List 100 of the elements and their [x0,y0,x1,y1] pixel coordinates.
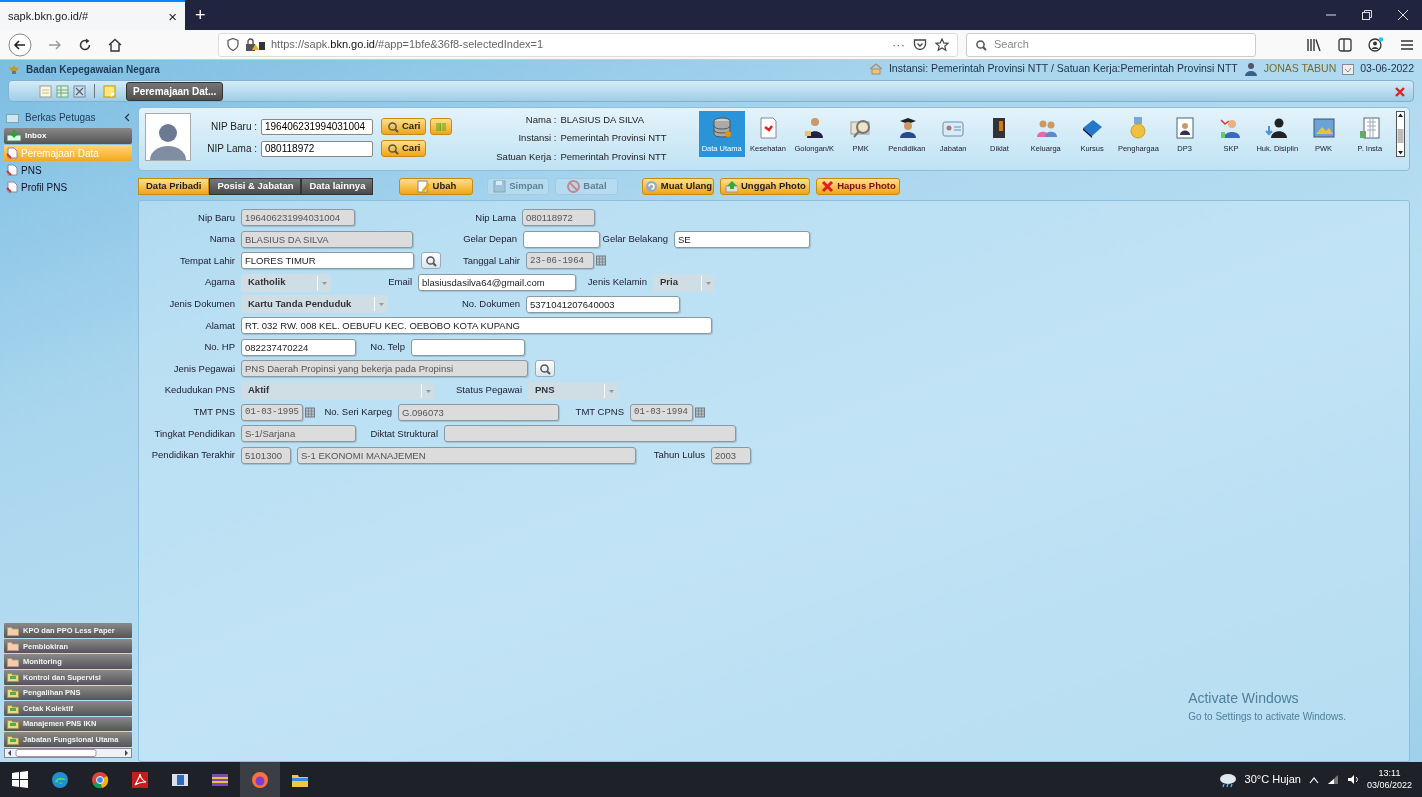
tab[interactable]: Data Pribadi [138,178,210,195]
collapse-icon[interactable] [124,113,130,122]
calendar-icon[interactable] [596,255,606,267]
library-icon[interactable] [1306,37,1322,52]
field-label: No. HP [204,340,235,355]
tab[interactable]: Data lainnya [301,178,374,195]
field-label: No. Dokumen [461,297,520,312]
text-field[interactable] [523,230,600,248]
weather-icon [1218,771,1237,788]
field-label: Jenis Dokumen [169,297,235,312]
search-button[interactable]: Cari [381,140,427,157]
calendar-icon[interactable] [695,406,705,418]
folder-icon [7,719,19,730]
action-button[interactable]: Unggah Photo [720,178,811,195]
search-input[interactable]: Search [992,35,1232,54]
reload-icon [644,180,658,193]
text-field[interactable]: FLORES TIMUR [241,252,414,270]
vertical-scrollbar[interactable] [1396,111,1405,157]
sidebar-item[interactable]: Profil PNS [4,179,132,195]
text-field[interactable]: 5371041207640003 [526,295,680,313]
picture-icon [1311,116,1336,140]
sidebar-icon[interactable] [1338,37,1352,52]
text-field[interactable]: blasiusdasilva64@gmail.com [418,274,576,292]
folder-icon [7,656,19,667]
menu-icon[interactable] [1400,37,1414,52]
field-label: Tingkat Pendidikan [154,426,235,441]
info-value: Pemerintah Provinsi NTT [560,149,667,164]
search-button[interactable] [421,252,441,270]
nip-field[interactable]: 080118972 [261,140,373,157]
folder-icon [7,687,19,698]
field-label: TMT CPNS [575,405,624,419]
field-label: Alamat [205,318,235,333]
action-button[interactable]: Muat Ulang [642,178,715,195]
save-icon [493,180,507,193]
new-tab-button[interactable]: + [195,6,206,24]
unit-text: Instansi: Pemerintah Provinsi NTT / Satuan Kerja:Pemerintah Provinsi NTT [888,61,1238,77]
field-label: Agama [204,275,235,290]
start-icon [11,770,29,789]
tab[interactable]: Posisi & Jabatan [209,178,302,195]
field-label: Nama [209,232,235,247]
more-button[interactable]: ··· [892,34,905,55]
user-name: JONAS TABUN [1263,61,1337,77]
nip-field[interactable]: 196406231994031004 [261,118,373,135]
home-icon[interactable] [108,37,122,52]
field-label: Nip Lama [475,210,516,225]
text-field[interactable]: SE [674,230,810,248]
address-bar[interactable]: https://sapk.bkn.go.id/#app=1bfe&36f8-selectedIndex=1 ··· [218,32,958,57]
close-tab-button[interactable]: × [168,8,177,24]
open-tab[interactable]: Peremajaan Dat... [126,81,224,101]
edit-icon [416,180,430,193]
person-icon [1265,116,1290,140]
field-label: Tanggal Lahir [462,253,520,268]
text-field[interactable] [411,338,525,356]
folder-icon [7,672,19,683]
action-button[interactable]: Hapus Photo [816,178,901,195]
document-icon [6,181,18,193]
browser-tab[interactable]: sapk.bkn.go.id/# × [0,0,185,30]
activation-title: Activate Windows [1188,689,1300,708]
search-icon [425,255,437,267]
user-icon [1243,62,1258,76]
chevron-up-icon[interactable] [1308,775,1319,784]
text-field[interactable]: RT. 032 RW. 008 KEL. OEBUFU KEC. OEBOBO KOTA KUPANG [241,317,712,335]
network-icon[interactable] [1326,774,1339,785]
weather-text: 30°C Hujan [1244,772,1301,788]
search-icon [387,142,399,155]
star-icon[interactable] [935,37,949,52]
tab-title: sapk.bkn.go.id/# [8,8,89,24]
url-text: https://sapk.bkn.go.id/#app=1bfe&36f8-selectedIndex=1 [271,37,544,53]
document-icon [6,164,18,176]
emblem-icon [8,63,20,75]
field-label: Diktat Struktural [370,426,438,441]
action-button[interactable]: Ubah [399,178,474,195]
barcode-icon [436,121,447,132]
field-label: No. Seri Karpeg [324,405,392,419]
reload-icon[interactable] [78,37,92,52]
text-field[interactable]: 082237470224 [241,338,356,356]
folder-icon [7,703,19,714]
upload-icon [725,180,738,193]
search-button[interactable]: Cari [381,118,427,135]
field-label: Gelar Belakang [602,232,668,247]
sidebar-item[interactable]: Inbox [4,128,132,144]
field-label: Kedudukan PNS [164,383,235,398]
action-button: Batal [555,178,619,195]
account-icon[interactable] [1368,37,1384,52]
clock[interactable]: 13:11 03/06/2022 [1366,768,1412,791]
horizontal-scrollbar[interactable] [4,748,132,758]
search-icon [539,362,551,375]
speaker-icon[interactable] [1346,774,1359,785]
info-value: Pemerintah Provinsi NTT [560,131,667,146]
field-label: Gelar Depan [463,232,517,247]
calendar-icon[interactable] [305,406,315,418]
field-label: TMT PNS [193,405,235,419]
pocket-icon[interactable] [913,37,927,52]
field-label: NIP Baru : [210,120,257,134]
restore-icon[interactable] [1362,10,1372,20]
shield-icon[interactable] [227,38,239,51]
sidebar-item[interactable]: PNS [4,162,132,178]
search-field[interactable]: Search [966,32,1256,57]
back-icon[interactable] [8,32,32,57]
tools-icon[interactable] [73,84,86,98]
